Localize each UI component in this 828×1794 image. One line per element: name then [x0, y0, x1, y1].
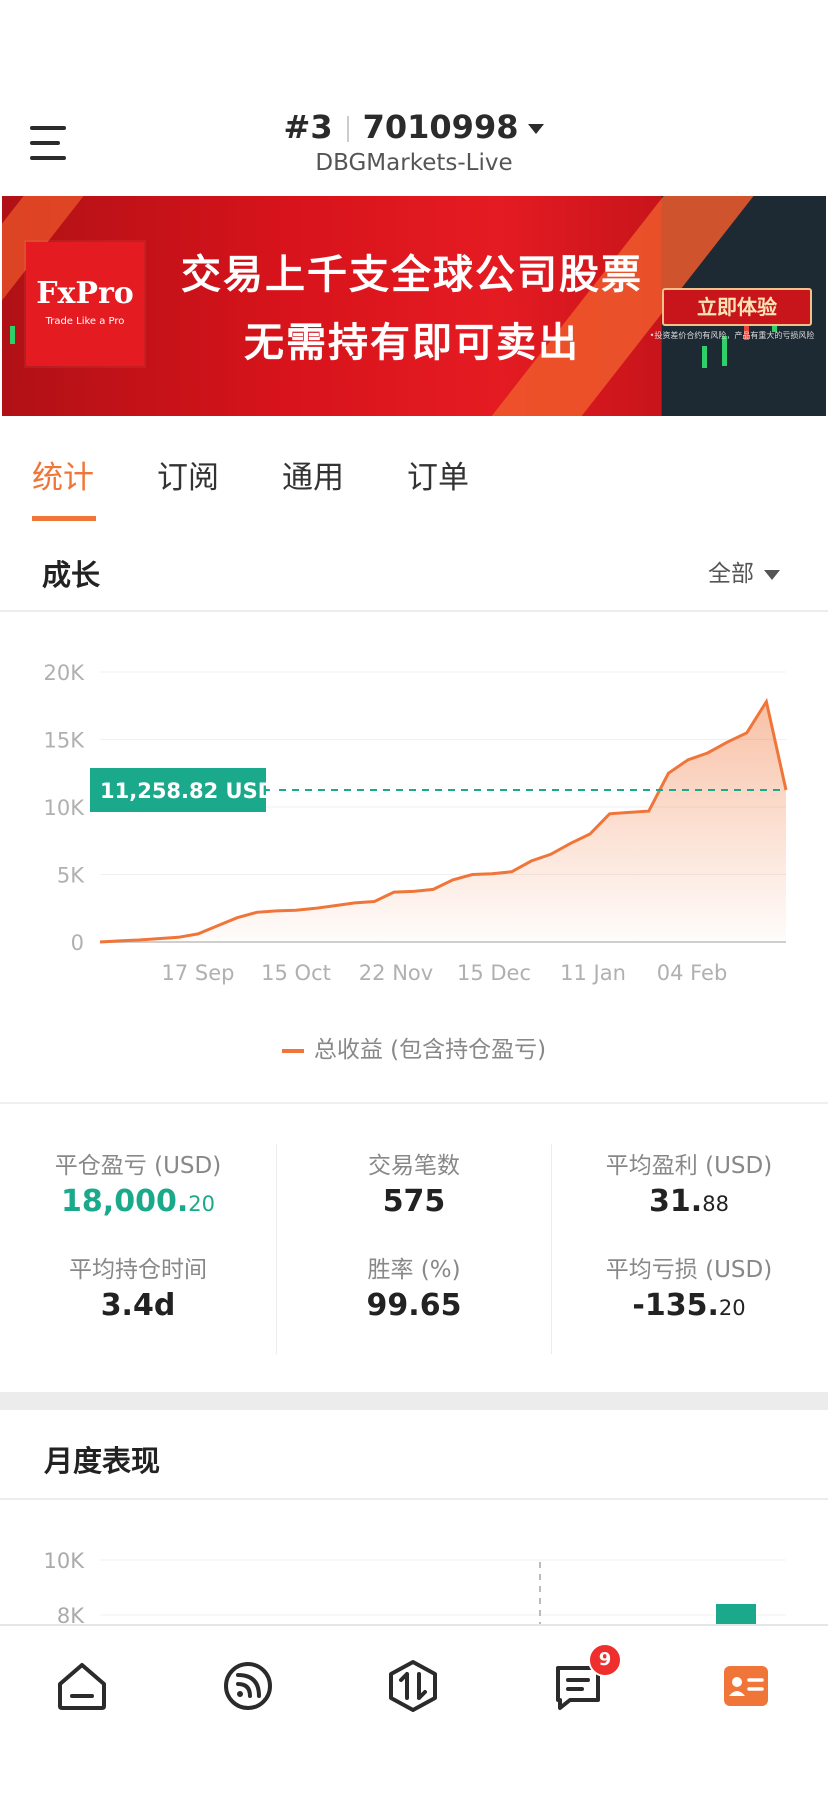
- y-tick-label: 5K: [57, 864, 85, 888]
- range-filter-dropdown[interactable]: 全部: [708, 554, 780, 588]
- monthly-bar[interactable]: [716, 1604, 756, 1626]
- fxpro-logo: FxPro Trade Like a Pro: [26, 242, 144, 366]
- active-tab-indicator: [32, 516, 96, 521]
- y-tick-label: 10K: [44, 796, 86, 820]
- avg-profit-label: 平均盈利 (USD): [605, 1153, 773, 1179]
- y-tick-label: 0: [71, 931, 84, 955]
- tab-bar: 统计 订阅 通用 订单: [0, 416, 828, 524]
- trades-label: 交易笔数: [368, 1153, 460, 1179]
- y-tick-label: 10K: [44, 1549, 86, 1573]
- section-separator: [0, 1392, 828, 1410]
- x-axis: 17 Sep 15 Oct 22 Nov 15 Dec 11 Jan 04 Feb: [162, 961, 728, 985]
- brand-tagline: Trade Like a Pro: [45, 316, 125, 327]
- chevron-down-icon: [528, 124, 545, 134]
- stats-panel: 平仓盈亏 (USD) 18,000.20 交易笔数 575 平均盈利 (USD)…: [0, 1102, 828, 1394]
- x-tick-label: 15 Dec: [457, 961, 531, 985]
- avg-loss-decimal: 20: [718, 1296, 746, 1320]
- account-number: 7010998: [362, 108, 519, 146]
- legend-swatch: [281, 1048, 304, 1053]
- avg-loss-value: -135.20: [551, 1288, 827, 1323]
- y-tick-label: 20K: [44, 661, 86, 685]
- section-title: 成长: [42, 558, 101, 592]
- closed-pnl-label: 平仓盈亏 (USD): [54, 1153, 222, 1179]
- closed-pnl-value: 18,000.20: [0, 1184, 276, 1219]
- banner-headline: 交易上千支全球公司股票: [181, 252, 643, 298]
- growth-section-header: 成长 全部: [0, 522, 828, 612]
- x-tick-label: 17 Sep: [162, 961, 235, 985]
- banner-disclaimer: •投资差价合约有风险，产品有重大的亏损风险: [649, 331, 815, 340]
- monthly-section-header: 月度表现: [0, 1410, 828, 1500]
- unread-badge: 9: [588, 1643, 622, 1677]
- win-rate-value: 99.65: [366, 1288, 462, 1323]
- try-now-button[interactable]: 立即体验: [662, 288, 812, 326]
- tab-orders[interactable]: 订单: [407, 452, 469, 497]
- avg-profit-value: 31.88: [551, 1184, 827, 1219]
- feed-icon[interactable]: [218, 1656, 278, 1716]
- tab-stats[interactable]: 统计: [32, 452, 94, 497]
- avg-loss-label: 平均亏损 (USD): [605, 1257, 773, 1283]
- avg-profit-decimal: 88: [702, 1192, 729, 1216]
- x-tick-label: 15 Oct: [261, 961, 331, 985]
- avg-loss-main: -135.: [632, 1288, 719, 1323]
- profile-icon[interactable]: [716, 1656, 776, 1716]
- bottom-nav: 9: [0, 1624, 828, 1794]
- section-title: 月度表现: [44, 1444, 161, 1478]
- range-filter-label: 全部: [708, 561, 754, 587]
- tab-subscription[interactable]: 订阅: [157, 452, 219, 497]
- top-header: #3 7010998 DBGMarkets-Live: [0, 0, 828, 196]
- account-selector[interactable]: #3 7010998: [0, 108, 828, 146]
- y-axis: 20K 15K 10K 5K 0: [44, 661, 86, 955]
- trades-value: 575: [382, 1184, 446, 1219]
- tab-general[interactable]: 通用: [282, 452, 344, 497]
- y-tick-label: 8K: [57, 1604, 85, 1626]
- brand-name: FxPro: [36, 276, 134, 311]
- x-tick-label: 22 Nov: [359, 961, 433, 985]
- avg-hold-value: 3.4d: [100, 1288, 176, 1323]
- home-icon[interactable]: [52, 1656, 112, 1716]
- avg-profit-main: 31.: [649, 1184, 703, 1219]
- promo-banner[interactable]: FxPro Trade Like a Pro 交易上千支全球公司股票 无需持有即…: [2, 196, 826, 416]
- server-name: DBGMarkets-Live: [315, 150, 513, 176]
- candle-decoration: [702, 346, 707, 368]
- chevron-down-icon: [764, 569, 780, 580]
- y-tick-label: 15K: [44, 729, 86, 753]
- x-tick-label: 11 Jan: [560, 961, 626, 985]
- closed-pnl-decimal: 20: [188, 1192, 215, 1216]
- trade-icon[interactable]: [383, 1656, 443, 1716]
- win-rate-label: 胜率 (%): [367, 1257, 461, 1283]
- closed-pnl-main: 18,000.: [61, 1184, 189, 1219]
- monthly-chart[interactable]: 10K 8K: [0, 1500, 828, 1626]
- current-value-label: 11,258.82 USD: [100, 779, 275, 803]
- chart-legend: 总收益 (包含持仓盈亏): [0, 1030, 828, 1064]
- divider: [346, 116, 349, 142]
- candle-decoration: [10, 326, 15, 344]
- growth-chart[interactable]: 20K 15K 10K 5K 0 17 Sep 15 Oct 22 Nov 15 Dec 11 …: [0, 612, 828, 1102]
- x-tick-label: 04 Feb: [657, 961, 728, 985]
- banner-subheadline: 无需持有即可卖出: [244, 320, 580, 366]
- series-area: [100, 701, 786, 942]
- avg-hold-label: 平均持仓时间: [69, 1257, 207, 1283]
- legend-label: 总收益 (包含持仓盈亏): [313, 1037, 547, 1063]
- account-rank: #3: [283, 108, 333, 146]
